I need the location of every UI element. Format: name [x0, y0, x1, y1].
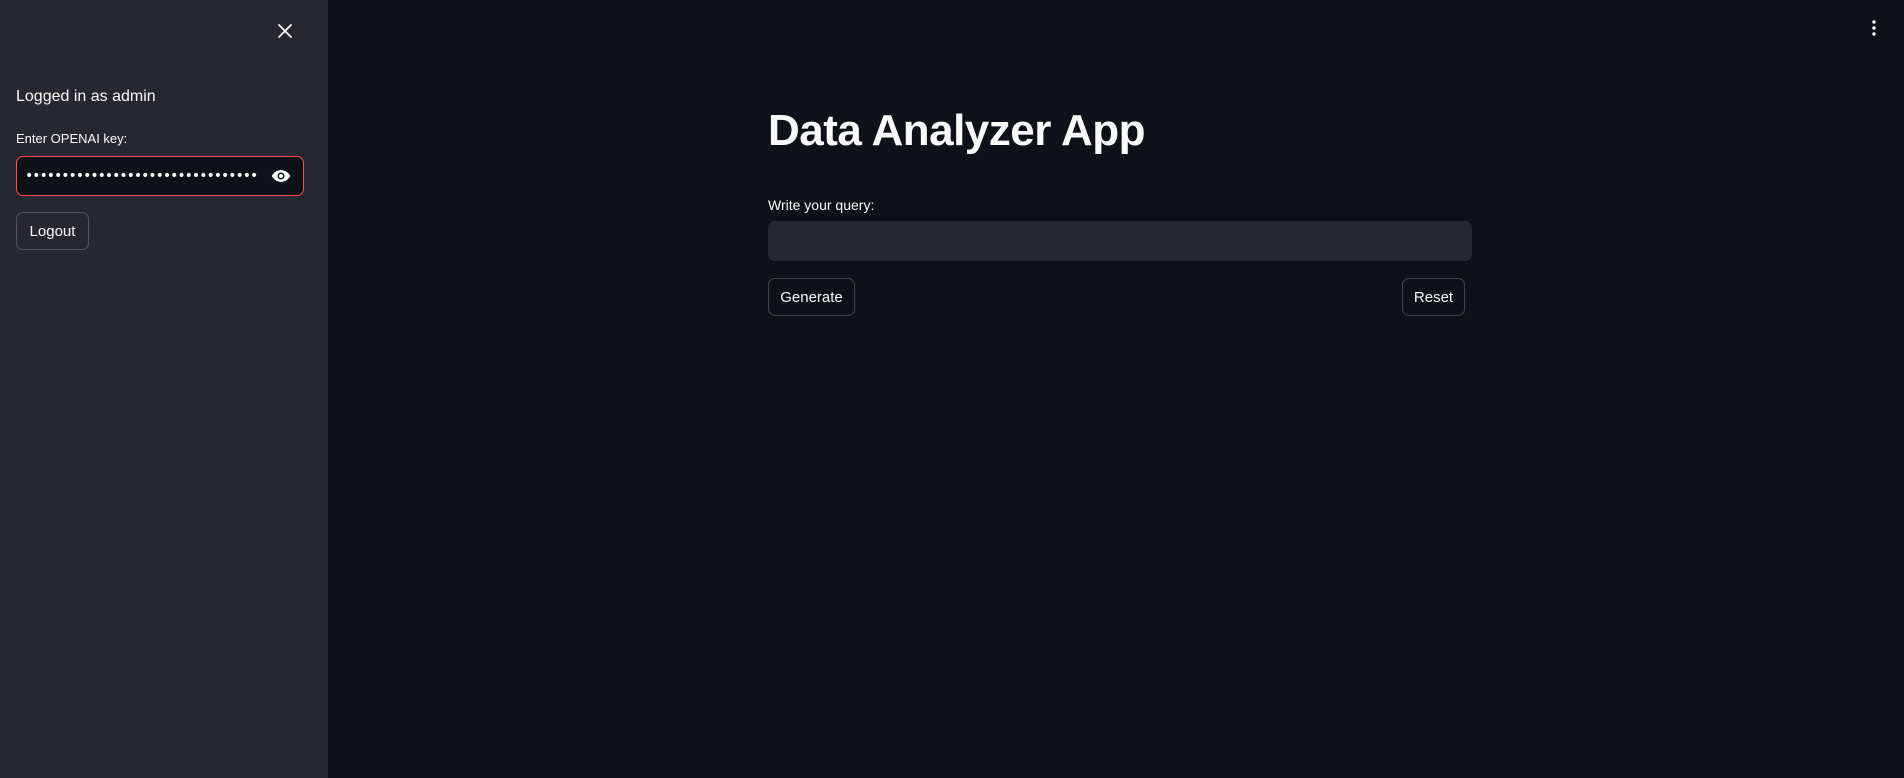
openai-key-field	[16, 156, 304, 196]
page-title: Data Analyzer App	[768, 106, 1146, 155]
vertical-dots-icon	[1872, 20, 1876, 36]
close-sidebar-button[interactable]	[272, 18, 298, 44]
logged-in-text: Logged in as admin	[16, 88, 156, 105]
eye-icon	[271, 170, 291, 182]
openai-key-label: Enter OPENAI key:	[16, 131, 128, 146]
app-root: Logged in as admin Enter OPENAI key: Log…	[0, 0, 1904, 778]
close-icon	[278, 24, 292, 38]
show-password-button[interactable]	[259, 157, 303, 195]
query-input[interactable]	[768, 221, 1472, 261]
query-label: Write your query:	[768, 197, 875, 213]
sidebar: Logged in as admin Enter OPENAI key: Log…	[0, 0, 328, 778]
generate-button[interactable]: Generate	[768, 278, 855, 316]
reset-button[interactable]: Reset	[1402, 278, 1465, 316]
main-menu-button[interactable]	[1862, 16, 1886, 40]
logout-button[interactable]: Logout	[16, 212, 89, 250]
openai-key-input[interactable]	[25, 157, 259, 195]
